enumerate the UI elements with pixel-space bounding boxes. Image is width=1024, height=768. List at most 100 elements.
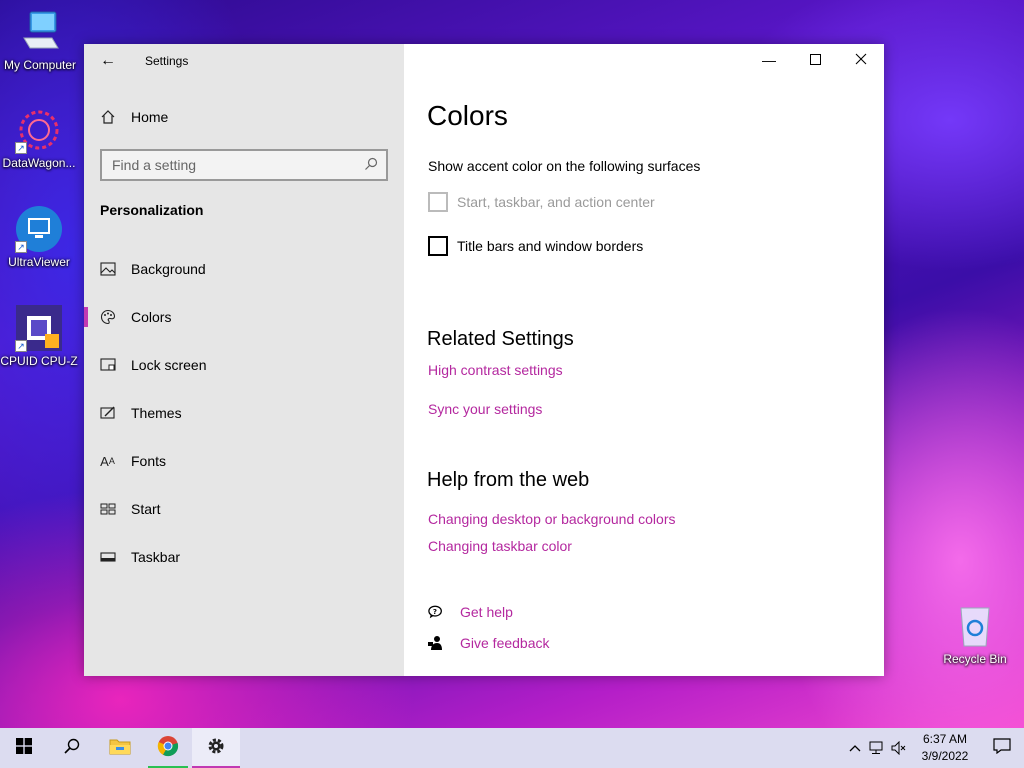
maximize-icon bbox=[809, 52, 821, 68]
file-explorer-icon bbox=[109, 737, 131, 760]
computer-icon bbox=[16, 8, 64, 56]
sidebar-item-label: Colors bbox=[131, 309, 172, 325]
shortcut-arrow-icon: ↗ bbox=[15, 142, 27, 154]
give-feedback-link[interactable]: Give feedback bbox=[460, 635, 550, 651]
desktop-icon-label: UltraViewer bbox=[8, 255, 70, 269]
datawagon-icon: ↗ bbox=[15, 106, 63, 154]
fonts-icon: AA bbox=[100, 453, 115, 469]
sidebar-item-home[interactable]: Home bbox=[84, 102, 404, 132]
desktop-icon-label: My Computer bbox=[3, 58, 77, 72]
settings-window: ← Settings Home Personalization Backgrou… bbox=[84, 44, 884, 676]
give-feedback-row[interactable]: Give feedback bbox=[428, 635, 550, 651]
checkbox-label: Start, taskbar, and action center bbox=[457, 194, 655, 210]
desktop-icon-my-computer[interactable]: My Computer bbox=[0, 8, 80, 72]
system-tray: 6:37 AM 3/9/2022 bbox=[844, 728, 1024, 768]
desktop-icon-label: CPUID CPU-Z bbox=[0, 354, 78, 368]
desktop-icon-ultraviewer[interactable]: ↗ UltraViewer bbox=[0, 205, 79, 269]
back-button[interactable]: ← bbox=[84, 44, 132, 78]
themes-icon bbox=[84, 406, 131, 420]
picture-icon bbox=[84, 262, 131, 276]
page-title: Colors bbox=[427, 100, 508, 131]
sidebar-item-label: Lock screen bbox=[131, 357, 207, 373]
lock-screen-icon bbox=[84, 358, 131, 372]
search-icon bbox=[64, 738, 80, 759]
desktop-icon-datawagon[interactable]: ↗ DataWagon... bbox=[0, 106, 79, 170]
desktop-icon-cpuz[interactable]: ↗ CPUID CPU-Z bbox=[0, 304, 79, 368]
search-box[interactable] bbox=[100, 149, 388, 181]
minimize-button[interactable]: — bbox=[746, 44, 792, 76]
chrome-icon bbox=[157, 735, 179, 762]
svg-text:?: ? bbox=[433, 607, 437, 616]
checkbox-label: Title bars and window borders bbox=[457, 238, 644, 254]
sidebar-item-taskbar[interactable]: Taskbar bbox=[84, 533, 404, 581]
sidebar-item-label: Start bbox=[131, 501, 161, 517]
palette-icon bbox=[84, 309, 131, 325]
close-button[interactable] bbox=[838, 44, 884, 76]
clock-time: 6:37 AM bbox=[922, 732, 968, 746]
link-high-contrast[interactable]: High contrast settings bbox=[428, 362, 563, 378]
sidebar-item-label: Fonts bbox=[131, 453, 167, 469]
sidebar-item-label: Themes bbox=[131, 405, 182, 421]
taskbar-icon bbox=[84, 552, 131, 562]
shortcut-arrow-icon: ↗ bbox=[15, 340, 27, 352]
link-sync-settings[interactable]: Sync your settings bbox=[428, 401, 542, 417]
search-icon bbox=[364, 157, 378, 174]
notification-icon bbox=[993, 737, 1011, 759]
chat-help-icon: ? bbox=[428, 604, 444, 620]
minimize-icon: — bbox=[762, 52, 776, 68]
start-button[interactable] bbox=[0, 728, 48, 768]
chevron-up-icon[interactable] bbox=[844, 744, 866, 752]
help-web-title: Help from the web bbox=[427, 469, 590, 491]
start-icon bbox=[84, 503, 131, 515]
close-icon bbox=[855, 52, 867, 68]
sidebar-item-fonts[interactable]: AA Fonts bbox=[84, 437, 404, 485]
cpuz-icon: ↗ bbox=[15, 304, 63, 352]
ultraviewer-icon: ↗ bbox=[15, 205, 63, 253]
feedback-person-icon bbox=[428, 635, 444, 651]
taskbar-chrome[interactable] bbox=[144, 728, 192, 768]
sidebar-item-background[interactable]: Background bbox=[84, 245, 404, 293]
taskbar-settings[interactable] bbox=[192, 728, 240, 768]
sidebar-nav: Background Colors Lock screen Themes A A… bbox=[84, 245, 404, 581]
sidebar-item-label: Taskbar bbox=[131, 549, 181, 565]
volume-muted-icon[interactable] bbox=[888, 741, 910, 755]
get-help-link[interactable]: Get help bbox=[460, 604, 513, 620]
shortcut-arrow-icon: ↗ bbox=[15, 241, 27, 253]
action-center-button[interactable] bbox=[980, 728, 1024, 768]
checkbox-start-taskbar[interactable]: Start, taskbar, and action center bbox=[428, 192, 655, 212]
sidebar-item-themes[interactable]: Themes bbox=[84, 389, 404, 437]
clock[interactable]: 6:37 AM 3/9/2022 bbox=[910, 731, 980, 765]
sidebar-item-label: Home bbox=[131, 109, 169, 125]
checkbox-title-bars[interactable]: Title bars and window borders bbox=[428, 236, 643, 256]
sidebar-item-label: Background bbox=[131, 261, 206, 277]
accent-surfaces-header: Show accent color on the following surfa… bbox=[428, 158, 701, 174]
link-desktop-colors[interactable]: Changing desktop or background colors bbox=[428, 511, 676, 527]
app-title: Settings bbox=[145, 54, 189, 68]
checkbox[interactable] bbox=[428, 192, 448, 212]
sidebar-item-lock-screen[interactable]: Lock screen bbox=[84, 341, 404, 389]
sidebar-item-colors[interactable]: Colors bbox=[84, 293, 404, 341]
content-pane: — Colors Show accent color on the follow… bbox=[404, 44, 884, 676]
desktop-icon-label: Recycle Bin bbox=[943, 652, 1007, 666]
arrow-left-icon: ← bbox=[100, 52, 116, 69]
title-bar: ← Settings bbox=[84, 44, 404, 78]
taskbar-file-explorer[interactable] bbox=[96, 728, 144, 768]
taskbar: 6:37 AM 3/9/2022 bbox=[0, 728, 1024, 768]
settings-icon bbox=[206, 736, 226, 761]
get-help-row[interactable]: ? Get help bbox=[428, 604, 513, 620]
related-settings-title: Related Settings bbox=[427, 328, 574, 350]
checkbox[interactable] bbox=[428, 236, 448, 256]
network-icon[interactable] bbox=[866, 741, 888, 755]
maximize-button[interactable] bbox=[792, 44, 838, 76]
sidebar-item-start[interactable]: Start bbox=[84, 485, 404, 533]
window-controls: — bbox=[746, 44, 884, 76]
search-input[interactable] bbox=[112, 157, 364, 173]
desktop-icon-label: DataWagon... bbox=[2, 156, 76, 170]
sidebar: ← Settings Home Personalization Backgrou… bbox=[84, 44, 404, 676]
desktop-icon-recycle-bin[interactable]: Recycle Bin bbox=[935, 602, 1015, 666]
section-title: Personalization bbox=[100, 202, 204, 218]
home-icon bbox=[84, 109, 131, 125]
recycle-bin-icon bbox=[951, 602, 999, 650]
link-taskbar-color[interactable]: Changing taskbar color bbox=[428, 538, 572, 554]
taskbar-search-button[interactable] bbox=[48, 728, 96, 768]
